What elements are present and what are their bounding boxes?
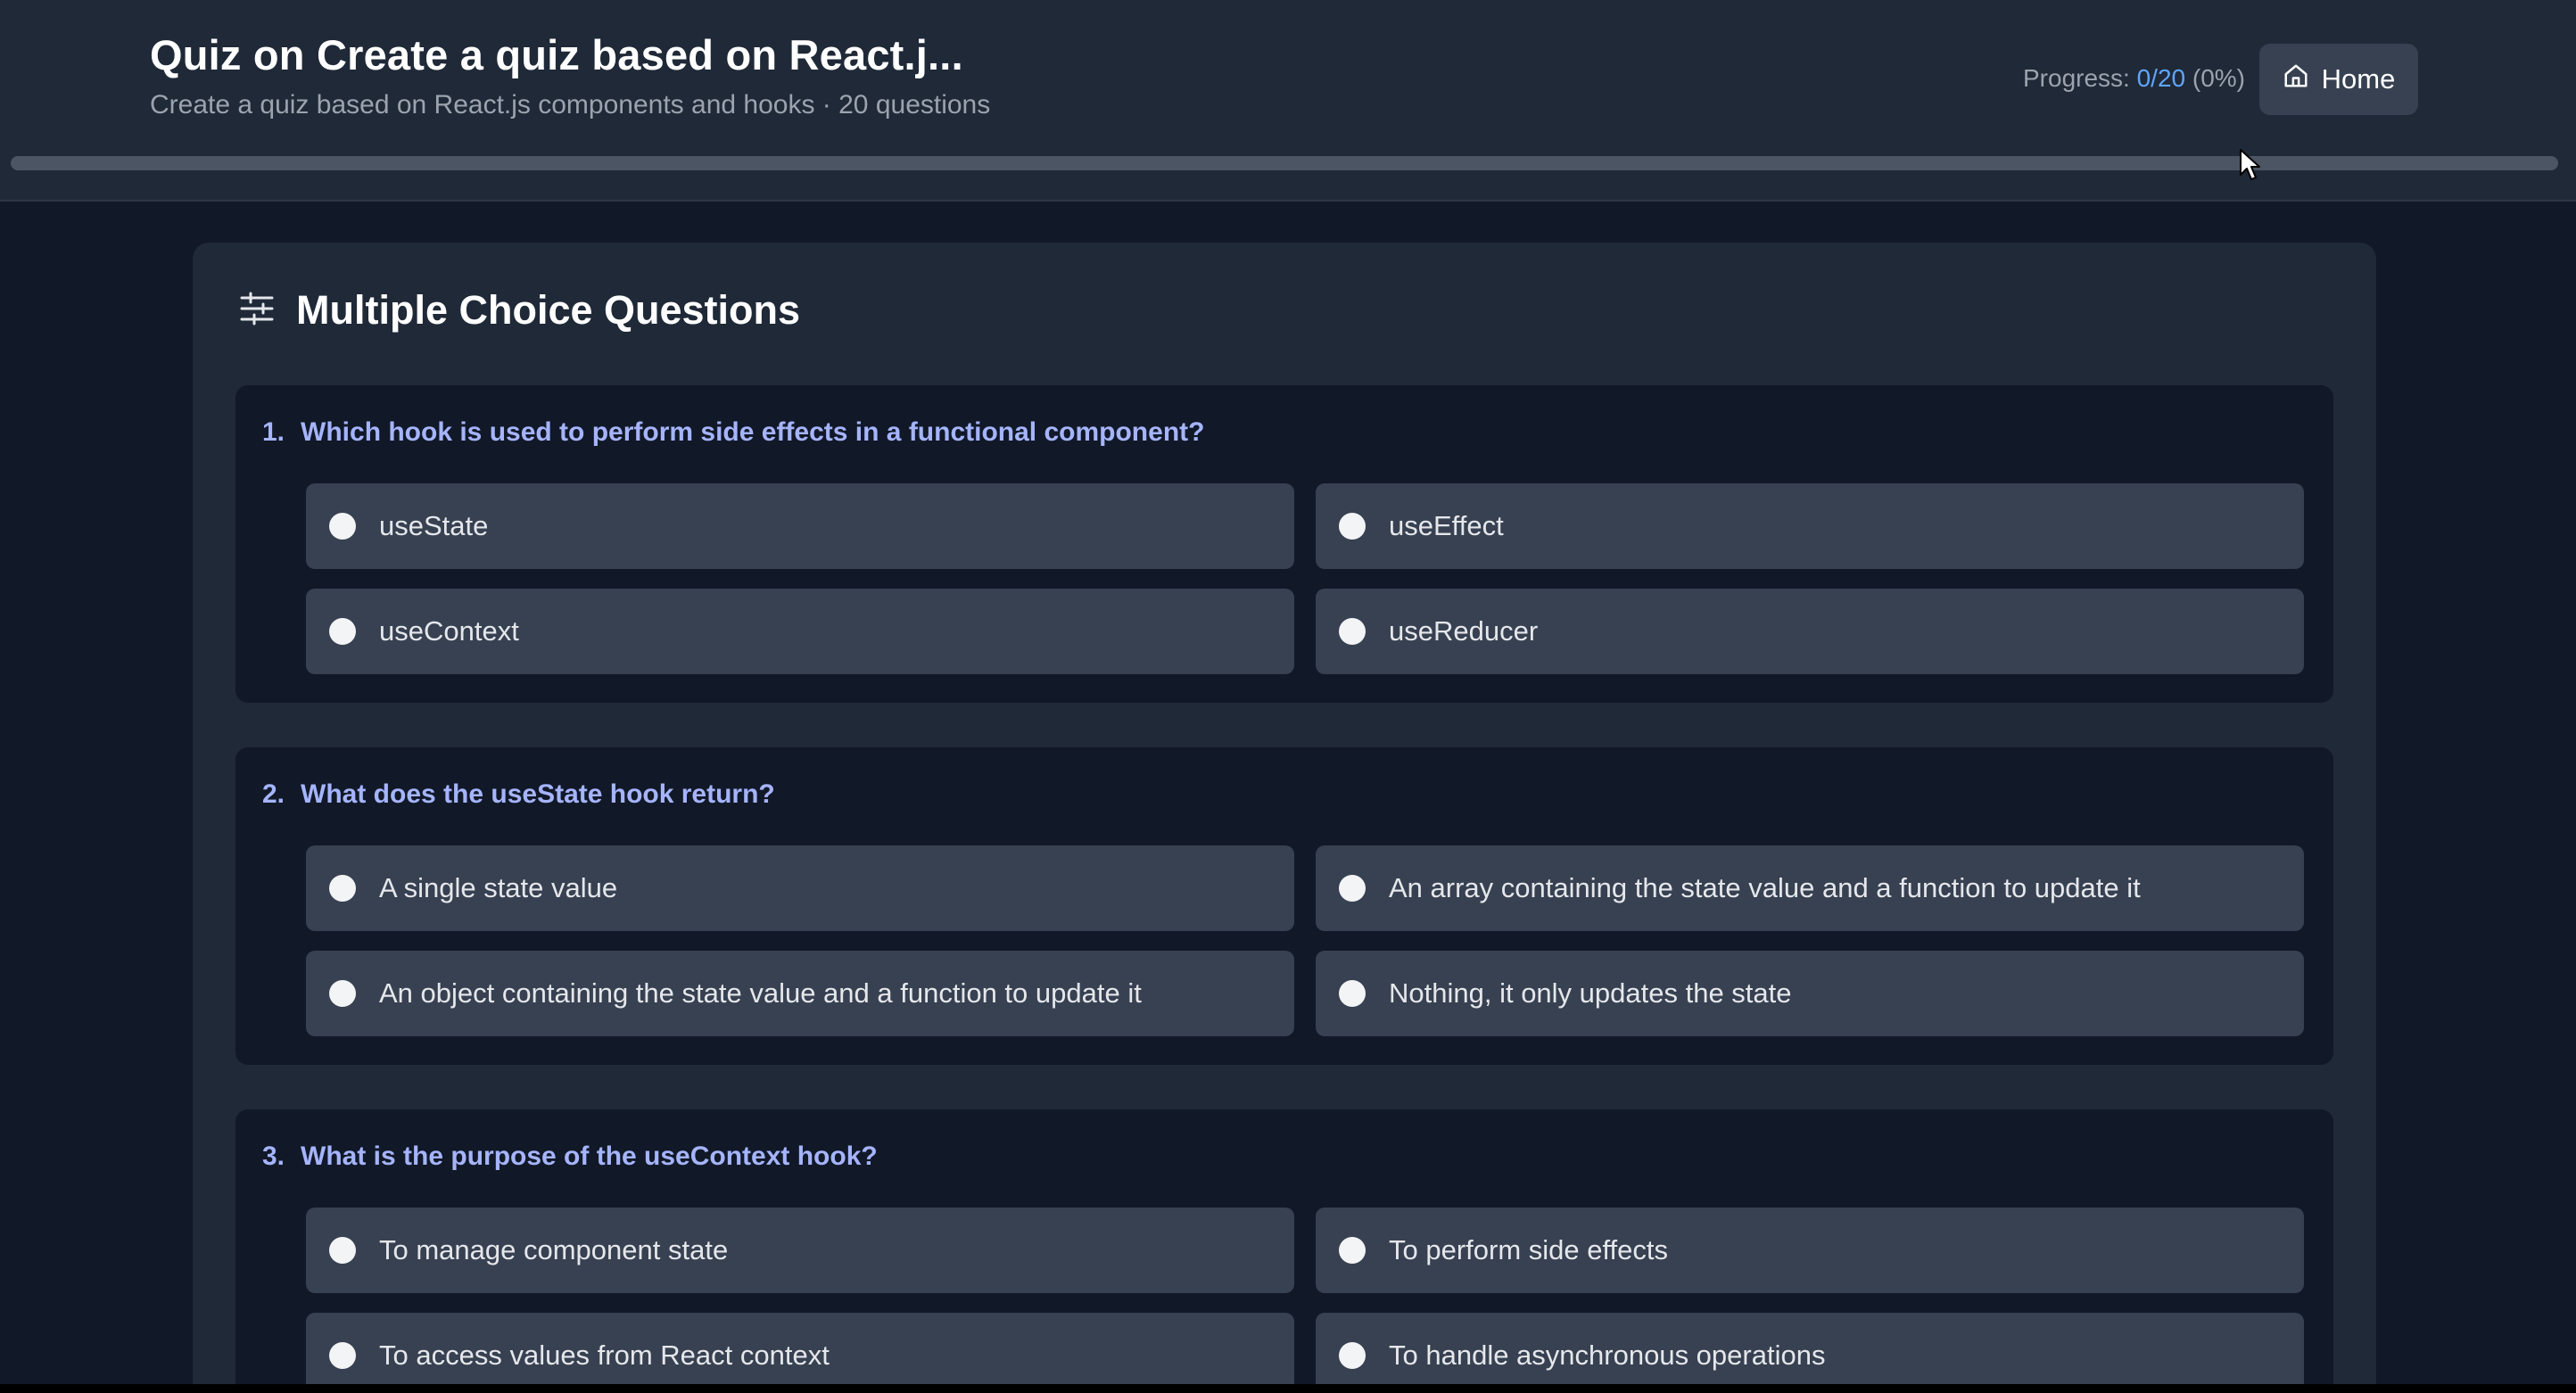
quiz-page: Quiz on Create a quiz based on React.j..… xyxy=(0,0,2576,1384)
option-label: useState xyxy=(379,510,489,541)
radio-button[interactable] xyxy=(329,618,356,645)
option-label: useReducer xyxy=(1389,615,1539,647)
radio-button[interactable] xyxy=(329,1237,356,1264)
option-label: An array containing the state value and … xyxy=(1389,872,2141,903)
progress-count: 0/20 xyxy=(2136,64,2186,92)
answer-option[interactable]: Nothing, it only updates the state xyxy=(1316,951,2304,1036)
question-label: Which hook is used to perform side effec… xyxy=(301,417,1205,447)
option-label: To perform side effects xyxy=(1389,1234,1669,1265)
question-label: What does the useState hook return? xyxy=(301,779,775,809)
question-text: 3. What is the purpose of the useContext … xyxy=(262,1142,878,1172)
option-label: Nothing, it only updates the state xyxy=(1389,977,1792,1009)
progress-label: Progress: xyxy=(2023,64,2130,92)
radio-button[interactable] xyxy=(329,513,356,540)
sliders-icon xyxy=(239,291,275,331)
mouse-cursor-icon xyxy=(2240,149,2260,180)
question-number: 1. xyxy=(262,417,285,447)
radio-button[interactable] xyxy=(329,980,356,1007)
option-label: To handle asynchronous operations xyxy=(1389,1339,1826,1371)
option-label: An object containing the state value and… xyxy=(379,977,1142,1009)
answer-option[interactable]: A single state value xyxy=(306,845,1294,931)
page-subtitle: Create a quiz based on React.js componen… xyxy=(150,90,991,120)
radio-button[interactable] xyxy=(329,1342,356,1369)
answer-option[interactable]: To handle asynchronous operations xyxy=(1316,1313,2304,1384)
question-number: 2. xyxy=(262,779,285,809)
answer-option[interactable]: To manage component state xyxy=(306,1208,1294,1293)
answer-option[interactable]: An object containing the state value and… xyxy=(306,951,1294,1036)
answer-option[interactable]: useEffect xyxy=(1316,483,2304,569)
option-label: To access values from React context xyxy=(379,1339,830,1371)
progress-bar xyxy=(11,156,2558,170)
progress-percent: (0%) xyxy=(2192,64,2246,92)
question-label: What is the purpose of the useContext ho… xyxy=(301,1142,878,1171)
answer-option[interactable]: To perform side effects xyxy=(1316,1208,2304,1293)
answer-option[interactable]: useState xyxy=(306,483,1294,569)
home-button-label: Home xyxy=(2321,63,2396,95)
option-label: To manage component state xyxy=(379,1234,729,1265)
radio-button[interactable] xyxy=(1339,875,1366,902)
radio-button[interactable] xyxy=(1339,1237,1366,1264)
option-label: useContext xyxy=(379,615,519,647)
question-text: 2. What does the useState hook return? xyxy=(262,779,775,810)
home-icon xyxy=(2283,62,2309,96)
question-card: 3. What is the purpose of the useContext … xyxy=(235,1109,2333,1384)
question-card: 1. Which hook is used to perform side eff… xyxy=(235,385,2333,703)
home-button[interactable]: Home xyxy=(2259,44,2418,115)
answer-option[interactable]: useReducer xyxy=(1316,589,2304,674)
radio-button[interactable] xyxy=(1339,513,1366,540)
answer-option[interactable]: To access values from React context xyxy=(306,1313,1294,1384)
question-card: 2. What does the useState hook return? A … xyxy=(235,747,2333,1065)
section-header: Multiple Choice Questions xyxy=(239,287,800,334)
section-title: Multiple Choice Questions xyxy=(296,287,801,333)
option-label: useEffect xyxy=(1389,510,1504,541)
question-text: 1. Which hook is used to perform side eff… xyxy=(262,417,1204,448)
radio-button[interactable] xyxy=(329,875,356,902)
radio-button[interactable] xyxy=(1339,980,1366,1007)
answer-option[interactable]: useContext xyxy=(306,589,1294,674)
radio-button[interactable] xyxy=(1339,1342,1366,1369)
questions-panel: Multiple Choice Questions 1. Which hook i… xyxy=(193,243,2376,1384)
page-title: Quiz on Create a quiz based on React.j..… xyxy=(150,31,963,78)
answer-option[interactable]: An array containing the state value and … xyxy=(1316,845,2304,931)
question-number: 3. xyxy=(262,1142,285,1171)
radio-button[interactable] xyxy=(1339,618,1366,645)
quiz-header: Quiz on Create a quiz based on React.j..… xyxy=(0,0,2576,202)
option-label: A single state value xyxy=(379,872,618,903)
progress-indicator: Progress: 0/20 (0%) xyxy=(2023,64,2245,93)
